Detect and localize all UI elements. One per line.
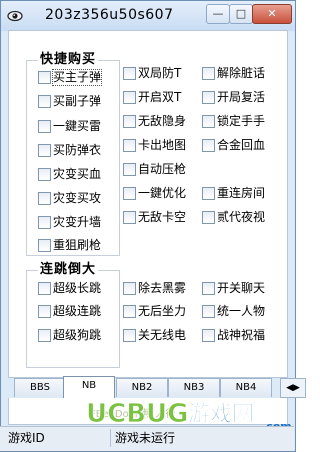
checkbox-label: 灾变升墙 <box>53 215 102 229</box>
maximize-button[interactable]: □ <box>229 4 253 24</box>
checkbox-label: 自动压枪 <box>138 162 187 176</box>
checkbox-box[interactable] <box>38 71 51 84</box>
checkbox-box[interactable] <box>123 282 136 295</box>
checkbox-label: 一鍵买雷 <box>53 119 102 133</box>
checkbox-label: 买主子弹 <box>51 69 103 86</box>
checkbox-label: 超级长跳 <box>53 281 102 295</box>
checkbox-label: 统一人物 <box>217 304 266 318</box>
checkbox-label: 无后坐力 <box>138 304 187 318</box>
checkbox-box[interactable] <box>38 305 51 318</box>
checkbox-label: 开关聊天 <box>217 281 266 295</box>
checkbox-label: 除去黑雾 <box>138 281 187 295</box>
checkbox-label: 开启双T <box>138 90 182 104</box>
checkbox-label: 灾变买攻 <box>53 191 102 205</box>
checkbox-label: 无敌卡空 <box>138 210 187 224</box>
tab-bbs[interactable]: BBS <box>14 378 66 397</box>
status-bar: 游戏ID 游戏未运行 <box>0 426 294 451</box>
checkbox-label: 锁定手手 <box>217 114 266 128</box>
checkbox-box[interactable] <box>202 211 215 224</box>
close-button[interactable]: ✕ <box>252 4 292 24</box>
watermark-suffix: 游戏网 <box>188 401 254 427</box>
checkbox-box[interactable] <box>38 144 51 157</box>
checkbox-label: 重连房间 <box>217 186 266 200</box>
checkbox-label: 开局复活 <box>217 90 266 104</box>
checkbox-box[interactable] <box>123 211 136 224</box>
checkbox-label: 无敌隐身 <box>138 114 187 128</box>
checkbox-label: 一鍵优化 <box>138 186 187 200</box>
jump-group-title: 连跳倒大 <box>38 262 99 278</box>
checkbox-box[interactable] <box>202 67 215 80</box>
quick-buy-group-title: 快捷购买 <box>38 52 99 68</box>
checkbox-label: 灾变买血 <box>53 167 102 181</box>
checkbox-box[interactable] <box>38 95 51 108</box>
checkbox-box[interactable] <box>123 187 136 200</box>
window-title: 203z356u50s607 <box>45 7 174 23</box>
watermark-brand: UCBUG <box>86 399 188 429</box>
checkbox-label: 战神祝福 <box>217 328 266 342</box>
checkbox-label: 重狙刷枪 <box>53 238 102 252</box>
checkbox-box[interactable] <box>123 91 136 104</box>
checkbox-box[interactable] <box>123 329 136 342</box>
checkbox-box[interactable] <box>123 115 136 128</box>
checkbox-box[interactable] <box>38 168 51 181</box>
checkbox-box[interactable] <box>202 282 215 295</box>
checkbox-box[interactable] <box>202 91 215 104</box>
checkbox-box[interactable] <box>38 192 51 205</box>
checkbox-box[interactable] <box>202 305 215 318</box>
checkbox-box[interactable] <box>123 67 136 80</box>
maximize-icon: □ <box>235 7 247 20</box>
checkbox-label: 超级连跳 <box>53 304 102 318</box>
checkbox-box[interactable] <box>123 139 136 152</box>
title-bar[interactable]: 203z356u50s607 — □ ✕ <box>1 1 295 31</box>
checkbox-label: 贰代夜视 <box>217 210 266 224</box>
minimize-icon: — <box>212 7 224 20</box>
checkbox-box[interactable] <box>202 139 215 152</box>
checkbox-box[interactable] <box>38 329 51 342</box>
checkbox-box[interactable] <box>123 305 136 318</box>
checkbox-box[interactable] <box>38 120 51 133</box>
status-game-state: 游戏未运行 <box>110 429 295 447</box>
checkbox-box[interactable] <box>38 282 51 295</box>
checkbox-label: 关无线电 <box>138 328 187 342</box>
checkbox-box[interactable] <box>202 115 215 128</box>
checkbox-box[interactable] <box>38 239 51 252</box>
status-game-id: 游戏ID <box>8 431 45 445</box>
checkbox-label: 超级狗跳 <box>53 328 102 342</box>
checkbox-box[interactable] <box>38 216 51 229</box>
minimize-button[interactable]: — <box>206 4 230 24</box>
checkbox-label: 合金回血 <box>217 138 266 152</box>
checkbox-label: 卡出地图 <box>138 138 187 152</box>
checkbox-label: 买防弹衣 <box>53 143 102 157</box>
checkbox-box[interactable] <box>202 329 215 342</box>
checkbox-label: 买副子弹 <box>53 94 102 108</box>
checkbox-box[interactable] <box>123 163 136 176</box>
checkbox-label: 双局防T <box>138 66 182 80</box>
close-icon: ✕ <box>267 7 277 20</box>
checkbox-label: 解除脏话 <box>217 66 266 80</box>
checkbox-box[interactable] <box>202 187 215 200</box>
eye-icon <box>7 10 23 22</box>
